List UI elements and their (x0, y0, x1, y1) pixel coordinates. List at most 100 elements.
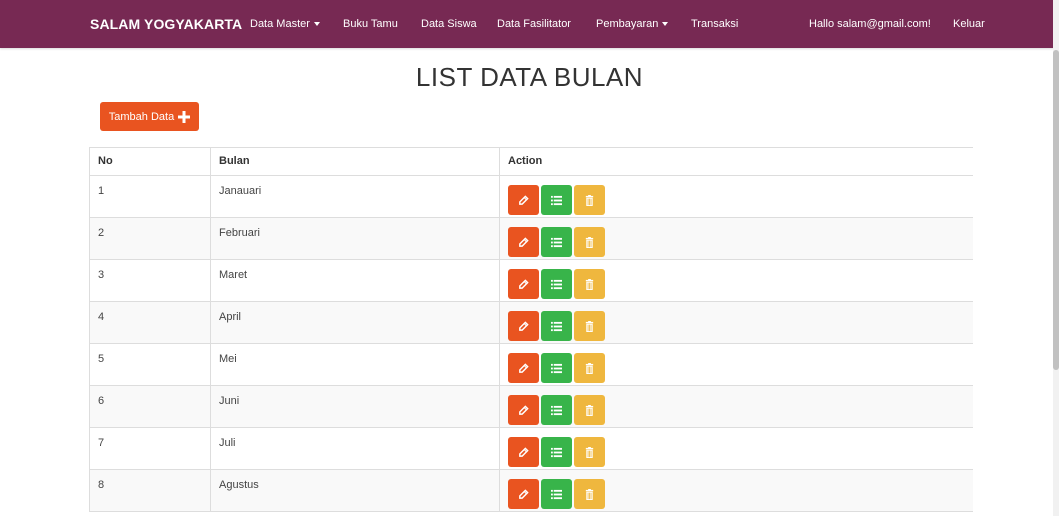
action-buttons (508, 437, 965, 467)
list-icon (551, 405, 562, 416)
cell-bulan: Juli (210, 427, 500, 470)
trash-icon (584, 194, 595, 206)
plus-icon (178, 110, 191, 123)
cell-bulan: April (210, 301, 500, 344)
nav-data-master[interactable]: Data Master (250, 0, 320, 48)
edit-icon (518, 404, 529, 416)
action-buttons (508, 353, 965, 383)
edit-button[interactable] (508, 353, 539, 383)
cell-bulan: Janauari (210, 175, 500, 218)
trash-icon (584, 488, 595, 500)
list-icon (551, 447, 562, 458)
edit-button[interactable] (508, 269, 539, 299)
list-icon (551, 195, 562, 206)
detail-button[interactable] (541, 353, 572, 383)
detail-button[interactable] (541, 395, 572, 425)
delete-button[interactable] (574, 479, 605, 509)
edit-icon (518, 446, 529, 458)
action-buttons (508, 269, 965, 299)
header-bulan: Bulan (210, 147, 500, 176)
add-data-button[interactable]: Tambah Data (100, 102, 199, 131)
cell-bulan: Juni (210, 385, 500, 428)
add-data-label: Tambah Data (108, 110, 175, 123)
top-navbar: SALAM YOGYAKARTA Data Master Buku Tamu D… (0, 0, 1059, 48)
cell-no: 2 (89, 217, 211, 260)
nav-transaksi[interactable]: Transaksi (691, 0, 738, 48)
edit-icon (518, 236, 529, 248)
cell-action (499, 217, 973, 260)
data-table-container: No Bulan Action 1 Janauari 2 Februari 3 Maret… (89, 147, 973, 516)
table-row: 7 Juli (89, 427, 973, 470)
caret-down-icon (662, 22, 669, 27)
table-row: 6 Juni (89, 385, 973, 428)
cell-no: 4 (89, 301, 211, 344)
trash-icon (584, 404, 595, 416)
edit-button[interactable] (508, 227, 539, 257)
list-icon (551, 321, 562, 332)
logout-link[interactable]: Keluar (953, 0, 985, 48)
edit-button[interactable] (508, 437, 539, 467)
trash-icon (584, 278, 595, 290)
detail-button[interactable] (541, 311, 572, 341)
header-action: Action (499, 147, 973, 176)
detail-button[interactable] (541, 185, 572, 215)
table-row: 5 Mei (89, 343, 973, 386)
cell-action (499, 259, 973, 302)
delete-button[interactable] (574, 269, 605, 299)
caret-down-icon (313, 22, 320, 27)
cell-no: 7 (89, 427, 211, 470)
action-buttons (508, 479, 965, 509)
cell-bulan: Februari (210, 217, 500, 260)
cell-action (499, 175, 973, 218)
delete-button[interactable] (574, 353, 605, 383)
trash-icon (584, 362, 595, 374)
action-buttons (508, 395, 965, 425)
list-icon (551, 363, 562, 374)
table-row: 1 Janauari (89, 175, 973, 218)
nav-pembayaran[interactable]: Pembayaran (596, 0, 669, 48)
edit-button[interactable] (508, 479, 539, 509)
detail-button[interactable] (541, 269, 572, 299)
cell-action (499, 343, 973, 386)
edit-icon (518, 320, 529, 332)
detail-button[interactable] (541, 227, 572, 257)
user-greeting[interactable]: Hallo salam@gmail.com! (809, 0, 931, 48)
delete-button[interactable] (574, 227, 605, 257)
table-row: 3 Maret (89, 259, 973, 302)
brand-link[interactable]: SALAM YOGYAKARTA (90, 0, 242, 48)
delete-button[interactable] (574, 395, 605, 425)
edit-button[interactable] (508, 311, 539, 341)
delete-button[interactable] (574, 185, 605, 215)
scrollbar-thumb[interactable] (1053, 50, 1059, 370)
detail-button[interactable] (541, 479, 572, 509)
cell-no: 3 (89, 259, 211, 302)
table-row: 4 April (89, 301, 973, 344)
list-icon (551, 489, 562, 500)
edit-button[interactable] (508, 395, 539, 425)
action-buttons (508, 227, 965, 257)
action-buttons (508, 185, 965, 215)
table-row: 8 Agustus (89, 469, 973, 512)
detail-button[interactable] (541, 437, 572, 467)
cell-action (499, 427, 973, 470)
edit-icon (518, 362, 529, 374)
cell-action (499, 469, 973, 512)
delete-button[interactable] (574, 437, 605, 467)
nav-data-siswa[interactable]: Data Siswa (421, 0, 477, 48)
delete-button[interactable] (574, 311, 605, 341)
cell-no: 5 (89, 343, 211, 386)
nav-buku-tamu[interactable]: Buku Tamu (343, 0, 398, 48)
table-body: 1 Janauari 2 Februari 3 Maret 4 April 5 Mei 6 Juni 7… (89, 175, 973, 512)
cell-no: 8 (89, 469, 211, 512)
cell-bulan: Mei (210, 343, 500, 386)
nav-data-fasilitator[interactable]: Data Fasilitator (497, 0, 571, 48)
table-row: 2 Februari (89, 217, 973, 260)
edit-icon (518, 488, 529, 500)
action-buttons (508, 311, 965, 341)
edit-button[interactable] (508, 185, 539, 215)
trash-icon (584, 320, 595, 332)
trash-icon (584, 446, 595, 458)
data-table: No Bulan Action 1 Janauari 2 Februari 3 Maret… (89, 147, 973, 512)
cell-action (499, 385, 973, 428)
page-title: LIST DATA BULAN (415, 62, 644, 92)
